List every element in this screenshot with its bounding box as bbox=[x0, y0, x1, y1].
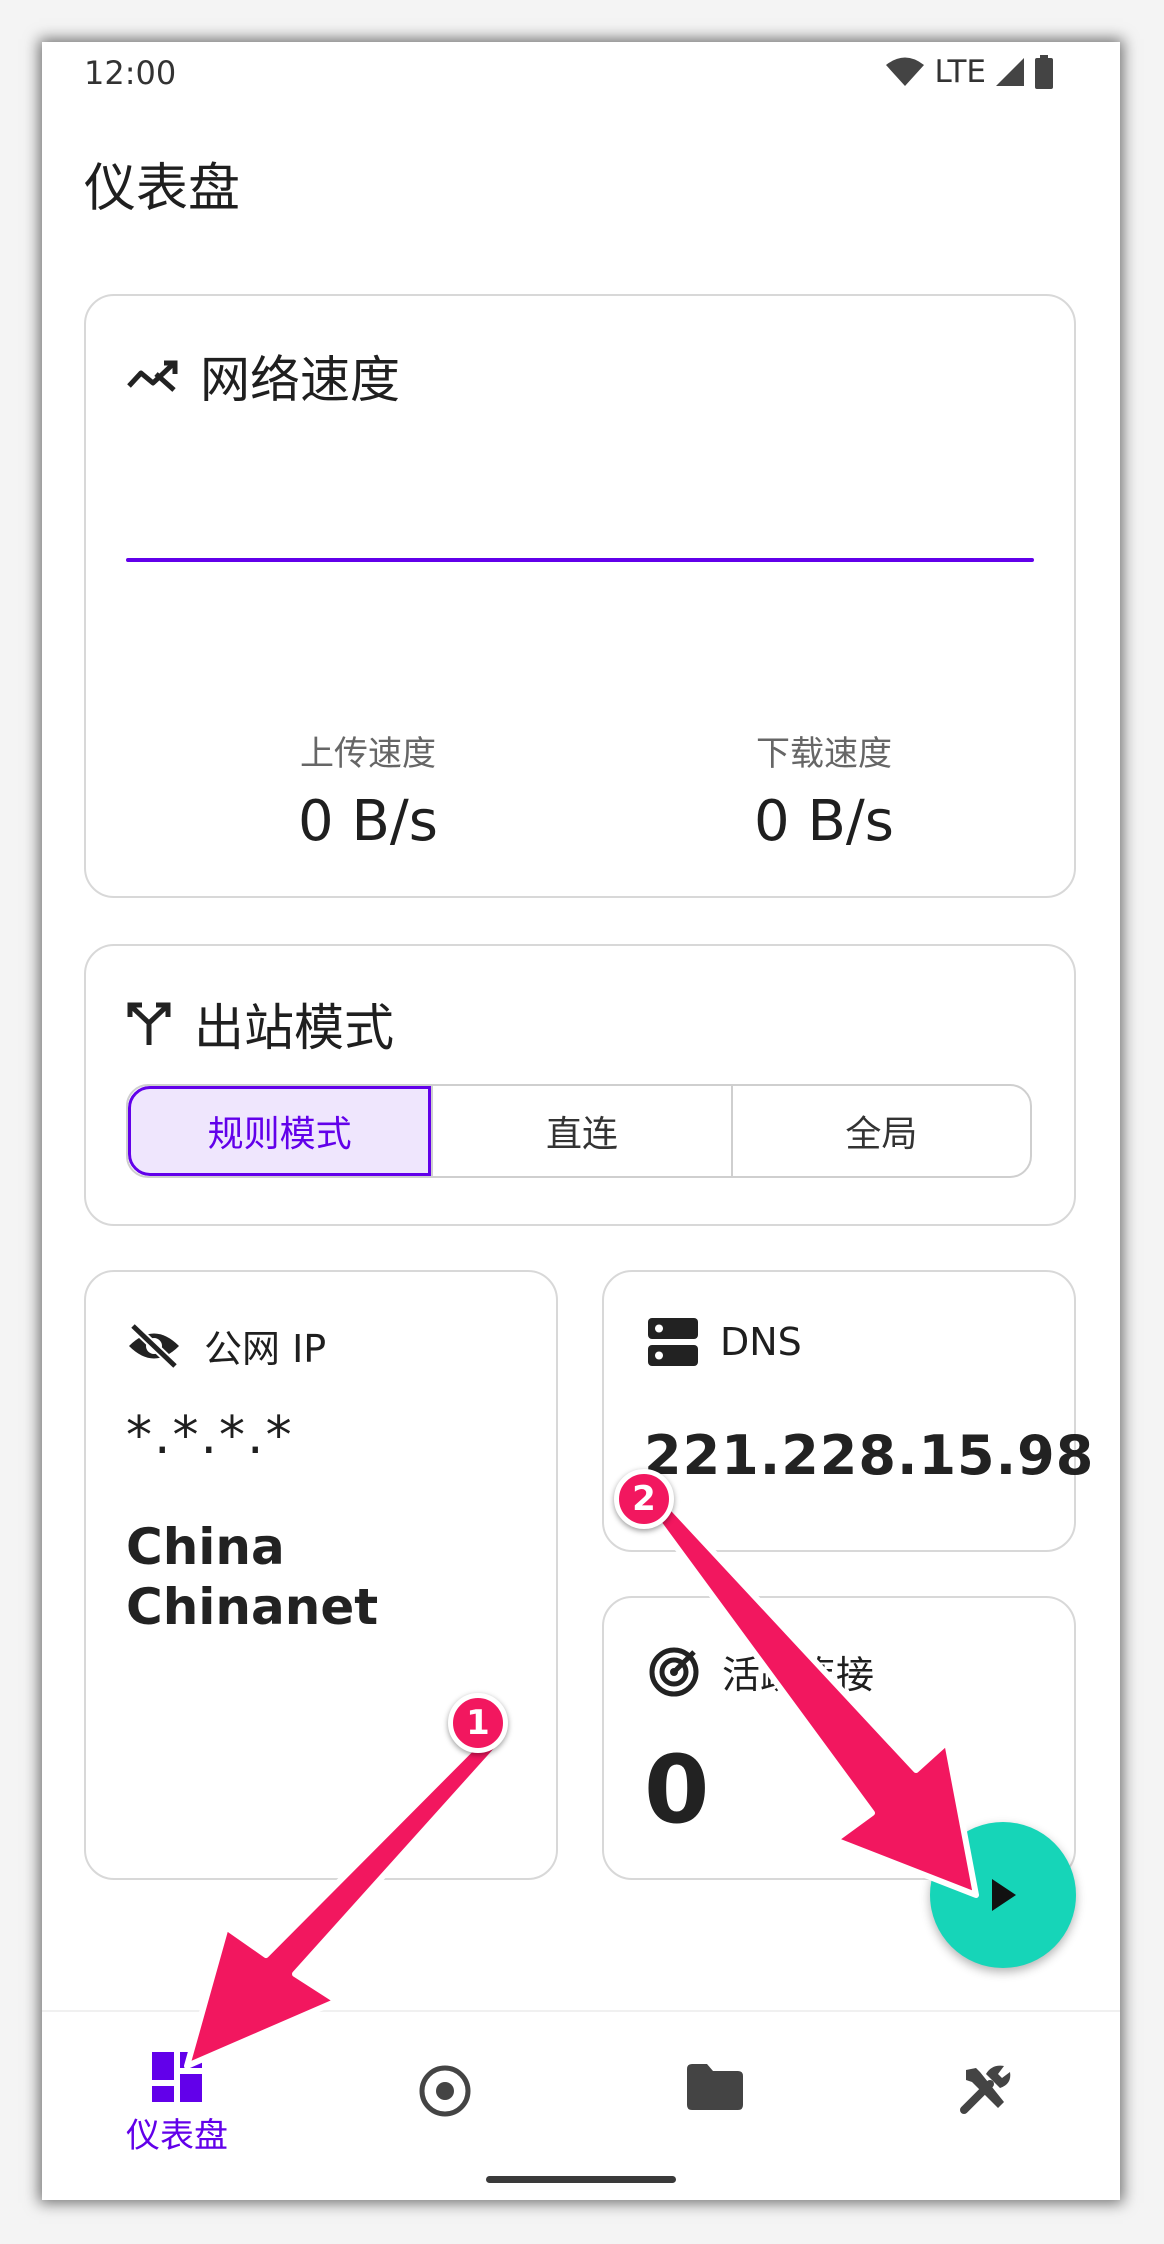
annotation-marker-1: 1 bbox=[448, 1693, 508, 1753]
phone-screen: 12:00 LTE 仪表盘 网络速度 上传速度 0 B/s 下载速度 0 B/s bbox=[42, 42, 1120, 2200]
arrow-to-start bbox=[647, 1496, 979, 1898]
annotation-arrows bbox=[184, 1496, 979, 2069]
arrow-to-dashboard bbox=[184, 1733, 503, 2069]
annotation-marker-2: 2 bbox=[614, 1469, 674, 1529]
